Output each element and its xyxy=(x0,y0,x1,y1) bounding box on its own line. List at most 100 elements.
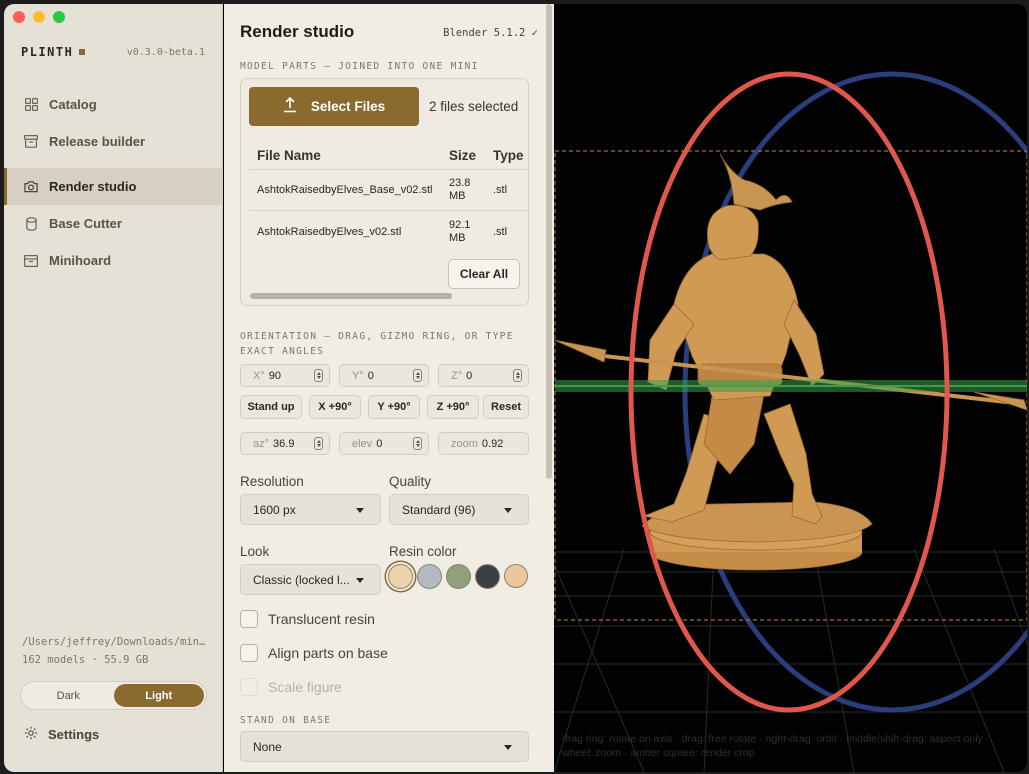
sidebar-item-release-builder[interactable]: Release builder xyxy=(4,123,223,160)
sidebar-item-base-cutter[interactable]: Base Cutter xyxy=(4,205,223,242)
table-row[interactable]: AshtokRaisedbyElves_Base_v02.stl 23.8 MB… xyxy=(249,170,528,211)
column-header-file-name[interactable]: File Name xyxy=(249,148,441,163)
box-icon xyxy=(24,254,38,268)
resin-swatch-3[interactable] xyxy=(446,564,471,589)
resin-swatch-1[interactable] xyxy=(388,564,413,589)
select-files-button[interactable]: Select Files xyxy=(249,87,419,126)
resin-swatch-5[interactable] xyxy=(504,564,528,588)
chevron-down-icon xyxy=(504,745,512,750)
cylinder-icon xyxy=(24,216,38,231)
azimuth-value: 36.9 xyxy=(273,437,295,450)
column-header-type[interactable]: Type xyxy=(485,148,528,163)
elevation-input[interactable]: elev 0 xyxy=(339,432,429,455)
resolution-select[interactable]: 1600 px xyxy=(240,494,381,525)
quality-value: Standard (96) xyxy=(402,502,476,517)
theme-light-option[interactable]: Light xyxy=(113,684,204,707)
stand-on-base-heading: STAND ON BASE xyxy=(240,715,332,726)
sidebar: PLINTH v0.3.0-beta.1 Catalog Release bui… xyxy=(4,4,223,772)
stepper-icon[interactable] xyxy=(513,369,522,382)
close-window-button[interactable] xyxy=(13,11,25,23)
resin-swatch-4[interactable] xyxy=(475,564,500,589)
file-table: File Name Size Type AshtokRaisedbyElves_… xyxy=(249,141,528,252)
resolution-value: 1600 px xyxy=(253,502,296,517)
elevation-value: 0 xyxy=(376,437,383,450)
scale-figure-option: Scale figure xyxy=(240,678,342,696)
quality-label: Quality xyxy=(389,474,432,489)
sidebar-item-label: Catalog xyxy=(49,97,97,112)
sidebar-nav: Catalog Release builder Render studio Ba xyxy=(4,86,223,279)
table-row[interactable]: AshtokRaisedbyElves_v02.stl 92.1 MB .stl xyxy=(249,211,528,252)
resin-color-label: Resin color xyxy=(389,544,457,559)
stepper-icon[interactable] xyxy=(314,369,323,382)
z-angle-label: Z° xyxy=(451,369,463,382)
table-horizontal-scrollbar[interactable] xyxy=(250,293,452,299)
look-select[interactable]: Classic (locked l... xyxy=(240,564,381,595)
look-label: Look xyxy=(240,544,270,559)
settings-button[interactable]: Settings xyxy=(24,726,99,743)
model-parts-heading: MODEL PARTS — JOINED INTO ONE MINI xyxy=(240,61,479,72)
render-viewport[interactable]: drag ring: rotate on axis · drag: free r… xyxy=(554,4,1027,772)
mini-model xyxy=(554,153,1027,571)
resolution-label: Resolution xyxy=(240,474,304,489)
sidebar-item-catalog[interactable]: Catalog xyxy=(4,86,223,123)
brand-name: PLINTH xyxy=(21,45,74,59)
column-header-size[interactable]: Size xyxy=(441,148,485,162)
library-path: /Users/jeffrey/Downloads/min… xyxy=(22,636,206,648)
viewport-canvas[interactable] xyxy=(554,4,1027,772)
sidebar-item-minihoard[interactable]: Minihoard xyxy=(4,242,223,279)
archive-icon xyxy=(24,135,38,149)
brand-mark-icon xyxy=(79,49,86,55)
viewport-controls-hint: drag ring: rotate on axis · drag: free r… xyxy=(562,733,990,759)
rotate-y-90-button[interactable]: Y +90° xyxy=(368,395,420,419)
file-size: 23.8 MB xyxy=(449,177,471,202)
stepper-icon[interactable] xyxy=(314,437,323,450)
stepper-icon[interactable] xyxy=(413,369,422,382)
rotate-z-90-button[interactable]: Z +90° xyxy=(427,395,479,419)
files-selected-count: 2 files selected xyxy=(429,99,519,114)
select-files-label: Select Files xyxy=(310,99,386,114)
chevron-down-icon xyxy=(504,508,512,513)
azimuth-input[interactable]: az° 36.9 xyxy=(240,432,330,455)
zoom-label: zoom xyxy=(451,437,478,450)
zoom-window-button[interactable] xyxy=(53,11,65,23)
quality-select[interactable]: Standard (96) xyxy=(389,494,529,525)
sidebar-item-render-studio[interactable]: Render studio xyxy=(4,168,223,205)
sidebar-item-label: Render studio xyxy=(49,179,137,194)
table-header: File Name Size Type xyxy=(249,141,528,170)
theme-dark-option[interactable]: Dark xyxy=(23,684,114,707)
brand: PLINTH xyxy=(21,45,86,59)
resin-swatch-2[interactable] xyxy=(417,564,442,589)
z-angle-input[interactable]: Z° 0 xyxy=(438,364,529,387)
file-type: .stl xyxy=(493,225,508,238)
minimize-window-button[interactable] xyxy=(33,11,45,23)
translucent-resin-option[interactable]: Translucent resin xyxy=(240,610,375,628)
rotate-x-90-button[interactable]: X +90° xyxy=(309,395,361,419)
gear-icon xyxy=(24,726,38,743)
render-settings-panel: Render studio Blender 5.1.2 ✓ MODEL PART… xyxy=(224,4,554,772)
stand-on-base-value: None xyxy=(253,739,282,754)
align-parts-label: Align parts on base xyxy=(268,645,388,661)
x-angle-input[interactable]: X° 90 xyxy=(240,364,330,387)
panel-vertical-scrollbar[interactable] xyxy=(546,4,552,479)
stand-up-button[interactable]: Stand up xyxy=(240,395,302,419)
file-name: AshtokRaisedbyElves_Base_v02.stl xyxy=(257,184,433,196)
file-picker: Select Files 2 files selected File Name … xyxy=(240,78,529,306)
translucent-resin-checkbox[interactable] xyxy=(240,610,258,628)
sidebar-item-label: Release builder xyxy=(49,134,146,149)
file-type: .stl xyxy=(493,184,508,196)
align-parts-option[interactable]: Align parts on base xyxy=(240,644,388,662)
y-angle-value: 0 xyxy=(367,369,374,382)
elevation-label: elev xyxy=(352,437,373,450)
y-angle-input[interactable]: Y° 0 xyxy=(339,364,429,387)
stand-on-base-select[interactable]: None xyxy=(240,731,529,762)
zoom-input[interactable]: zoom 0.92 xyxy=(438,432,529,455)
chevron-down-icon xyxy=(356,578,364,583)
grid-icon xyxy=(24,98,38,112)
align-parts-checkbox[interactable] xyxy=(240,644,258,662)
stepper-icon[interactable] xyxy=(413,437,422,450)
clear-all-button[interactable]: Clear All xyxy=(448,259,520,289)
look-value: Classic (locked l... xyxy=(253,572,350,587)
theme-toggle: Dark Light xyxy=(20,681,207,710)
reset-orientation-button[interactable]: Reset xyxy=(483,395,529,419)
page-title: Render studio xyxy=(240,22,355,41)
